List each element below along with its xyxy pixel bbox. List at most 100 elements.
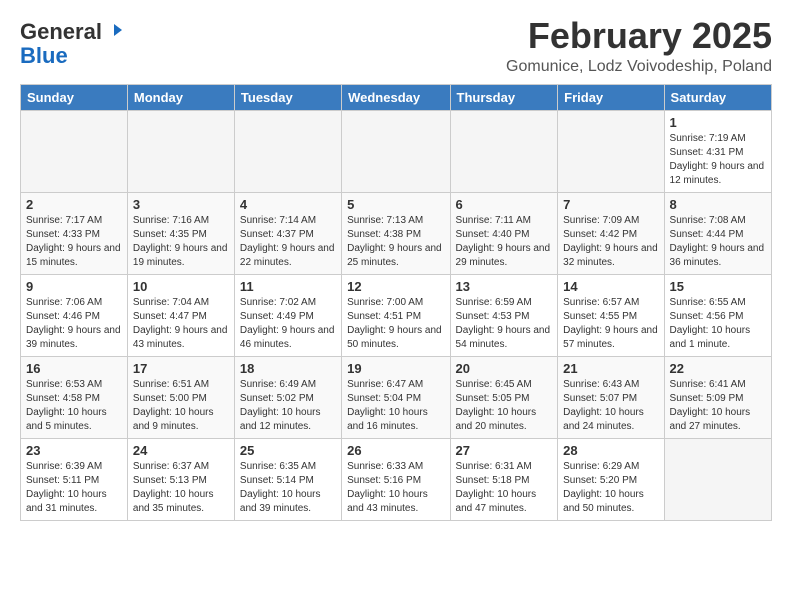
calendar-day-cell: [664, 438, 771, 520]
day-info: Sunrise: 6:43 AM Sunset: 5:07 PM Dayligh…: [563, 378, 658, 434]
day-number: 15: [670, 279, 766, 294]
calendar-day-cell: 24 Sunrise: 6:37 AM Sunset: 5:13 PM Dayli…: [127, 438, 234, 520]
calendar-week-row: 16 Sunrise: 6:53 AM Sunset: 4:58 PM Dayli…: [21, 356, 772, 438]
weekday-header-friday: Friday: [558, 84, 664, 110]
calendar-day-cell: [342, 110, 450, 192]
calendar-day-cell: 2 Sunrise: 7:17 AM Sunset: 4:33 PM Daylig…: [21, 192, 128, 274]
day-number: 13: [456, 279, 553, 294]
calendar-day-cell: 19 Sunrise: 6:47 AM Sunset: 5:04 PM Dayli…: [342, 356, 450, 438]
weekday-header-tuesday: Tuesday: [234, 84, 341, 110]
day-info: Sunrise: 7:19 AM Sunset: 4:31 PM Dayligh…: [670, 132, 766, 188]
weekday-header-monday: Monday: [127, 84, 234, 110]
day-number: 24: [133, 443, 229, 458]
day-number: 9: [26, 279, 122, 294]
calendar-day-cell: 20 Sunrise: 6:45 AM Sunset: 5:05 PM Dayli…: [450, 356, 558, 438]
day-info: Sunrise: 7:13 AM Sunset: 4:38 PM Dayligh…: [347, 214, 444, 270]
calendar-day-cell: 6 Sunrise: 7:11 AM Sunset: 4:40 PM Daylig…: [450, 192, 558, 274]
calendar-week-row: 23 Sunrise: 6:39 AM Sunset: 5:11 PM Dayli…: [21, 438, 772, 520]
day-number: 20: [456, 361, 553, 376]
day-number: 23: [26, 443, 122, 458]
day-info: Sunrise: 6:35 AM Sunset: 5:14 PM Dayligh…: [240, 460, 336, 516]
day-number: 14: [563, 279, 658, 294]
day-info: Sunrise: 7:11 AM Sunset: 4:40 PM Dayligh…: [456, 214, 553, 270]
day-info: Sunrise: 7:09 AM Sunset: 4:42 PM Dayligh…: [563, 214, 658, 270]
calendar-day-cell: 26 Sunrise: 6:33 AM Sunset: 5:16 PM Dayli…: [342, 438, 450, 520]
calendar-day-cell: 21Sunrise: 6:43 AM Sunset: 5:07 PM Dayli…: [558, 356, 664, 438]
calendar-day-cell: [558, 110, 664, 192]
weekday-header-sunday: Sunday: [21, 84, 128, 110]
weekday-header-thursday: Thursday: [450, 84, 558, 110]
day-number: 22: [670, 361, 766, 376]
weekday-header-row: SundayMondayTuesdayWednesdayThursdayFrid…: [21, 84, 772, 110]
calendar-day-cell: 7 Sunrise: 7:09 AM Sunset: 4:42 PM Daylig…: [558, 192, 664, 274]
day-info: Sunrise: 6:41 AM Sunset: 5:09 PM Dayligh…: [670, 378, 766, 434]
logo-blue-text: Blue: [20, 43, 68, 68]
calendar-day-cell: 17 Sunrise: 6:51 AM Sunset: 5:00 PM Dayli…: [127, 356, 234, 438]
day-info: Sunrise: 7:14 AM Sunset: 4:37 PM Dayligh…: [240, 214, 336, 270]
day-number: 7: [563, 197, 658, 212]
day-number: 26: [347, 443, 444, 458]
calendar-day-cell: 18Sunrise: 6:49 AM Sunset: 5:02 PM Dayli…: [234, 356, 341, 438]
calendar-day-cell: 9 Sunrise: 7:06 AM Sunset: 4:46 PM Daylig…: [21, 274, 128, 356]
day-info: Sunrise: 6:31 AM Sunset: 5:18 PM Dayligh…: [456, 460, 553, 516]
day-info: Sunrise: 6:37 AM Sunset: 5:13 PM Dayligh…: [133, 460, 229, 516]
day-info: Sunrise: 6:39 AM Sunset: 5:11 PM Dayligh…: [26, 460, 122, 516]
day-number: 19: [347, 361, 444, 376]
calendar-day-cell: 11 Sunrise: 7:02 AM Sunset: 4:49 PM Dayli…: [234, 274, 341, 356]
day-info: Sunrise: 6:57 AM Sunset: 4:55 PM Dayligh…: [563, 296, 658, 352]
calendar-day-cell: 28 Sunrise: 6:29 AM Sunset: 5:20 PM Dayli…: [558, 438, 664, 520]
day-number: 2: [26, 197, 122, 212]
day-number: 12: [347, 279, 444, 294]
calendar-day-cell: 23 Sunrise: 6:39 AM Sunset: 5:11 PM Dayli…: [21, 438, 128, 520]
day-number: 6: [456, 197, 553, 212]
day-info: Sunrise: 6:29 AM Sunset: 5:20 PM Dayligh…: [563, 460, 658, 516]
day-info: Sunrise: 6:59 AM Sunset: 4:53 PM Dayligh…: [456, 296, 553, 352]
day-number: 4: [240, 197, 336, 212]
day-number: 11: [240, 279, 336, 294]
day-info: Sunrise: 7:17 AM Sunset: 4:33 PM Dayligh…: [26, 214, 122, 270]
day-number: 28: [563, 443, 658, 458]
page-header: General Blue February 2025 Gomunice, Lod…: [20, 16, 772, 76]
calendar-day-cell: 16 Sunrise: 6:53 AM Sunset: 4:58 PM Dayli…: [21, 356, 128, 438]
day-info: Sunrise: 6:53 AM Sunset: 4:58 PM Dayligh…: [26, 378, 122, 434]
calendar-day-cell: [234, 110, 341, 192]
logo-general-text: General: [20, 20, 102, 44]
day-info: Sunrise: 7:08 AM Sunset: 4:44 PM Dayligh…: [670, 214, 766, 270]
day-number: 17: [133, 361, 229, 376]
calendar-day-cell: [450, 110, 558, 192]
day-info: Sunrise: 6:45 AM Sunset: 5:05 PM Dayligh…: [456, 378, 553, 434]
day-info: Sunrise: 7:16 AM Sunset: 4:35 PM Dayligh…: [133, 214, 229, 270]
day-info: Sunrise: 7:06 AM Sunset: 4:46 PM Dayligh…: [26, 296, 122, 352]
calendar-day-cell: [127, 110, 234, 192]
weekday-header-saturday: Saturday: [664, 84, 771, 110]
logo-flag-icon: [104, 22, 124, 42]
day-info: Sunrise: 7:04 AM Sunset: 4:47 PM Dayligh…: [133, 296, 229, 352]
calendar-day-cell: 25 Sunrise: 6:35 AM Sunset: 5:14 PM Dayli…: [234, 438, 341, 520]
day-info: Sunrise: 6:47 AM Sunset: 5:04 PM Dayligh…: [347, 378, 444, 434]
calendar-day-cell: 14 Sunrise: 6:57 AM Sunset: 4:55 PM Dayli…: [558, 274, 664, 356]
calendar-day-cell: 10 Sunrise: 7:04 AM Sunset: 4:47 PM Dayli…: [127, 274, 234, 356]
day-info: Sunrise: 6:49 AM Sunset: 5:02 PM Dayligh…: [240, 378, 336, 434]
day-number: 10: [133, 279, 229, 294]
day-info: Sunrise: 7:00 AM Sunset: 4:51 PM Dayligh…: [347, 296, 444, 352]
weekday-header-wednesday: Wednesday: [342, 84, 450, 110]
location-text: Gomunice, Lodz Voivodeship, Poland: [506, 58, 772, 76]
day-info: Sunrise: 6:51 AM Sunset: 5:00 PM Dayligh…: [133, 378, 229, 434]
calendar-week-row: 2 Sunrise: 7:17 AM Sunset: 4:33 PM Daylig…: [21, 192, 772, 274]
day-info: Sunrise: 7:02 AM Sunset: 4:49 PM Dayligh…: [240, 296, 336, 352]
calendar-day-cell: 4 Sunrise: 7:14 AM Sunset: 4:37 PM Daylig…: [234, 192, 341, 274]
day-number: 16: [26, 361, 122, 376]
calendar-day-cell: 13 Sunrise: 6:59 AM Sunset: 4:53 PM Dayli…: [450, 274, 558, 356]
day-info: Sunrise: 6:33 AM Sunset: 5:16 PM Dayligh…: [347, 460, 444, 516]
calendar-day-cell: 12 Sunrise: 7:00 AM Sunset: 4:51 PM Dayli…: [342, 274, 450, 356]
calendar-day-cell: [21, 110, 128, 192]
day-number: 3: [133, 197, 229, 212]
title-block: February 2025 Gomunice, Lodz Voivodeship…: [506, 16, 772, 76]
calendar-table: SundayMondayTuesdayWednesdayThursdayFrid…: [20, 84, 772, 521]
day-info: Sunrise: 6:55 AM Sunset: 4:56 PM Dayligh…: [670, 296, 766, 352]
calendar-day-cell: 8Sunrise: 7:08 AM Sunset: 4:44 PM Daylig…: [664, 192, 771, 274]
calendar-week-row: 1Sunrise: 7:19 AM Sunset: 4:31 PM Daylig…: [21, 110, 772, 192]
calendar-day-cell: 15 Sunrise: 6:55 AM Sunset: 4:56 PM Dayli…: [664, 274, 771, 356]
calendar-day-cell: 5Sunrise: 7:13 AM Sunset: 4:38 PM Daylig…: [342, 192, 450, 274]
day-number: 25: [240, 443, 336, 458]
